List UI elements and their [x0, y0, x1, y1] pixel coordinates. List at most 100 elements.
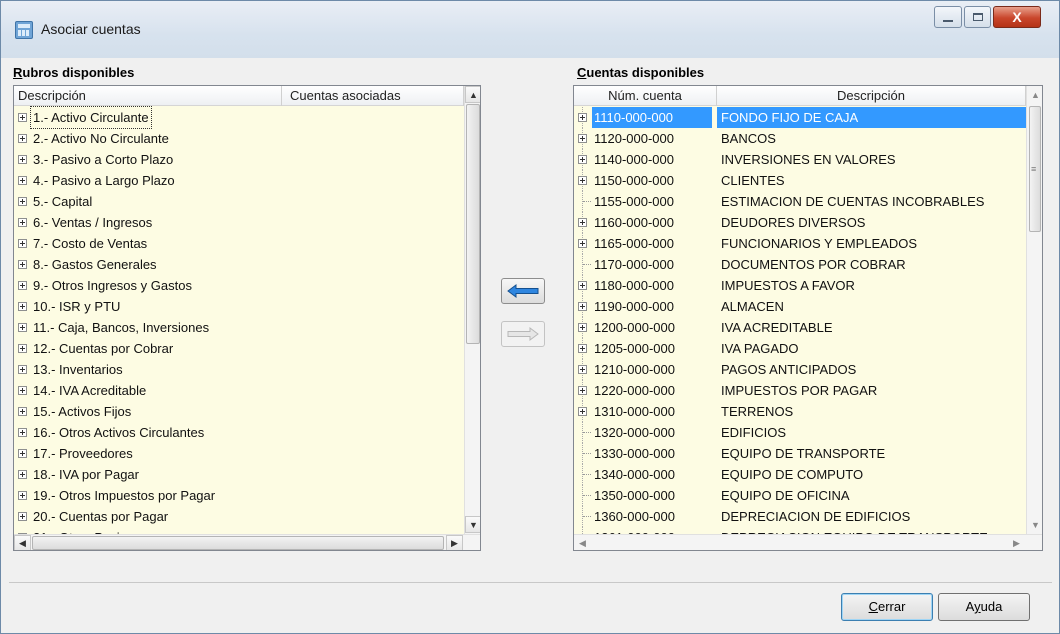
tree-item[interactable]: 7.- Costo de Ventas: [14, 233, 480, 254]
close-button[interactable]: Cerrar: [841, 593, 933, 621]
expand-icon[interactable]: [18, 512, 27, 521]
scroll-down-button[interactable]: ▼: [1027, 516, 1042, 533]
account-row[interactable]: 1205-000-000 IVA PAGADO: [574, 338, 1042, 359]
associate-left-button[interactable]: [501, 278, 545, 304]
expand-icon[interactable]: [18, 134, 27, 143]
tree-item[interactable]: 10.- ISR y PTU: [14, 296, 480, 317]
associate-right-button[interactable]: [501, 321, 545, 347]
tree-item[interactable]: 20.- Cuentas por Pagar: [14, 506, 480, 527]
tree-item[interactable]: 6.- Ventas / Ingresos: [14, 212, 480, 233]
scroll-up-button[interactable]: ▲: [465, 86, 480, 103]
expand-icon[interactable]: [18, 197, 27, 206]
scroll-thumb-horizontal[interactable]: [32, 536, 444, 550]
account-row[interactable]: 1320-000-000 EDIFICIOS: [574, 422, 1042, 443]
column-header-descripcion-cuenta[interactable]: Descripción: [717, 86, 1026, 106]
cuentas-grid[interactable]: Núm. cuenta Descripción 1110-000-000 FOND…: [573, 85, 1043, 551]
expand-icon[interactable]: [18, 323, 27, 332]
expand-icon[interactable]: [578, 323, 587, 332]
expand-icon[interactable]: [18, 491, 27, 500]
tree-item[interactable]: 5.- Capital: [14, 191, 480, 212]
account-row[interactable]: 1140-000-000 INVERSIONES EN VALORES: [574, 149, 1042, 170]
expand-icon[interactable]: [18, 155, 27, 164]
account-row[interactable]: 1170-000-000 DOCUMENTOS POR COBRAR: [574, 254, 1042, 275]
account-row[interactable]: 1155-000-000 ESTIMACION DE CUENTAS INCOBR…: [574, 191, 1042, 212]
expand-icon[interactable]: [578, 218, 587, 227]
tree-item[interactable]: 14.- IVA Acreditable: [14, 380, 480, 401]
expand-icon[interactable]: [578, 386, 587, 395]
expand-icon[interactable]: [18, 470, 27, 479]
tree-item[interactable]: 8.- Gastos Generales: [14, 254, 480, 275]
scroll-up-button[interactable]: ▲: [1027, 86, 1042, 103]
account-row[interactable]: 1180-000-000 IMPUESTOS A FAVOR: [574, 275, 1042, 296]
expand-icon[interactable]: [578, 365, 587, 374]
rubros-vertical-scrollbar[interactable]: ▲ ▼: [464, 86, 480, 534]
expand-icon[interactable]: [578, 176, 587, 185]
tree-item[interactable]: 3.- Pasivo a Corto Plazo: [14, 149, 480, 170]
column-header-num-cuenta[interactable]: Núm. cuenta: [574, 86, 717, 106]
tree-item[interactable]: 19.- Otros Impuestos por Pagar: [14, 485, 480, 506]
account-row[interactable]: 1150-000-000 CLIENTES: [574, 170, 1042, 191]
account-row[interactable]: 1340-000-000 EQUIPO DE COMPUTO: [574, 464, 1042, 485]
expand-icon[interactable]: [18, 428, 27, 437]
tree-item[interactable]: 18.- IVA por Pagar: [14, 464, 480, 485]
account-row[interactable]: 1165-000-000 FUNCIONARIOS Y EMPLEADOS: [574, 233, 1042, 254]
expand-icon[interactable]: [18, 365, 27, 374]
help-button[interactable]: Ayuda: [938, 593, 1030, 621]
account-row[interactable]: 1360-000-000 DEPRECIACION DE EDIFICIOS: [574, 506, 1042, 527]
expand-icon[interactable]: [18, 407, 27, 416]
account-row[interactable]: 1120-000-000 BANCOS: [574, 128, 1042, 149]
rubros-horizontal-scrollbar[interactable]: ◀ ▶: [14, 534, 480, 550]
expand-icon[interactable]: [18, 386, 27, 395]
tree-item[interactable]: 4.- Pasivo a Largo Plazo: [14, 170, 480, 191]
scroll-right-button[interactable]: ▶: [1008, 535, 1025, 550]
expand-icon[interactable]: [18, 449, 27, 458]
tree-item[interactable]: 16.- Otros Activos Circulantes: [14, 422, 480, 443]
expand-icon[interactable]: [578, 134, 587, 143]
scroll-left-button[interactable]: ◀: [14, 535, 31, 550]
account-row[interactable]: 1110-000-000 FONDO FIJO DE CAJA: [574, 107, 1042, 128]
expand-icon[interactable]: [18, 176, 27, 185]
column-header-cuentas-asociadas[interactable]: Cuentas asociadas: [282, 86, 464, 106]
expand-icon[interactable]: [18, 302, 27, 311]
expand-icon[interactable]: [18, 113, 27, 122]
account-row[interactable]: 1210-000-000 PAGOS ANTICIPADOS: [574, 359, 1042, 380]
minimize-button[interactable]: [934, 6, 962, 28]
rubros-grid[interactable]: Descripción Cuentas asociadas 1.- Activo…: [13, 85, 481, 551]
maximize-button[interactable]: [964, 6, 991, 28]
expand-icon[interactable]: [578, 113, 587, 122]
account-row[interactable]: 1190-000-000 ALMACEN: [574, 296, 1042, 317]
expand-icon[interactable]: [18, 344, 27, 353]
account-row[interactable]: 1220-000-000 IMPUESTOS POR PAGAR: [574, 380, 1042, 401]
tree-item[interactable]: 13.- Inventarios: [14, 359, 480, 380]
tree-item[interactable]: 15.- Activos Fijos: [14, 401, 480, 422]
tree-item[interactable]: 1.- Activo Circulante: [14, 106, 480, 129]
cuentas-vertical-scrollbar[interactable]: ▲ ≡ ▼: [1026, 86, 1042, 534]
scroll-down-button[interactable]: ▼: [465, 516, 480, 533]
close-window-button[interactable]: X: [993, 6, 1041, 28]
tree-item[interactable]: 11.- Caja, Bancos, Inversiones: [14, 317, 480, 338]
tree-item[interactable]: 2.- Activo No Circulante: [14, 128, 480, 149]
tree-item[interactable]: 17.- Proveedores: [14, 443, 480, 464]
expand-icon[interactable]: [578, 344, 587, 353]
expand-icon[interactable]: [578, 302, 587, 311]
expand-icon[interactable]: [18, 239, 27, 248]
title-bar[interactable]: Asociar cuentas X: [1, 1, 1059, 58]
expand-icon[interactable]: [18, 281, 27, 290]
expand-icon[interactable]: [578, 239, 587, 248]
account-row[interactable]: 1310-000-000 TERRENOS: [574, 401, 1042, 422]
tree-item[interactable]: 12.- Cuentas por Cobrar: [14, 338, 480, 359]
account-row[interactable]: 1200-000-000 IVA ACREDITABLE: [574, 317, 1042, 338]
expand-icon[interactable]: [18, 260, 27, 269]
scroll-thumb[interactable]: [466, 104, 480, 344]
expand-icon[interactable]: [578, 407, 587, 416]
cuentas-horizontal-scrollbar[interactable]: ◀ ▶: [574, 534, 1042, 550]
account-row[interactable]: 1350-000-000 EQUIPO DE OFICINA: [574, 485, 1042, 506]
scroll-left-button[interactable]: ◀: [574, 535, 591, 550]
expand-icon[interactable]: [578, 281, 587, 290]
scroll-right-button[interactable]: ▶: [446, 535, 463, 550]
expand-icon[interactable]: [578, 155, 587, 164]
account-row[interactable]: 1330-000-000 EQUIPO DE TRANSPORTE: [574, 443, 1042, 464]
tree-item[interactable]: 9.- Otros Ingresos y Gastos: [14, 275, 480, 296]
account-row[interactable]: 1160-000-000 DEUDORES DIVERSOS: [574, 212, 1042, 233]
expand-icon[interactable]: [18, 218, 27, 227]
